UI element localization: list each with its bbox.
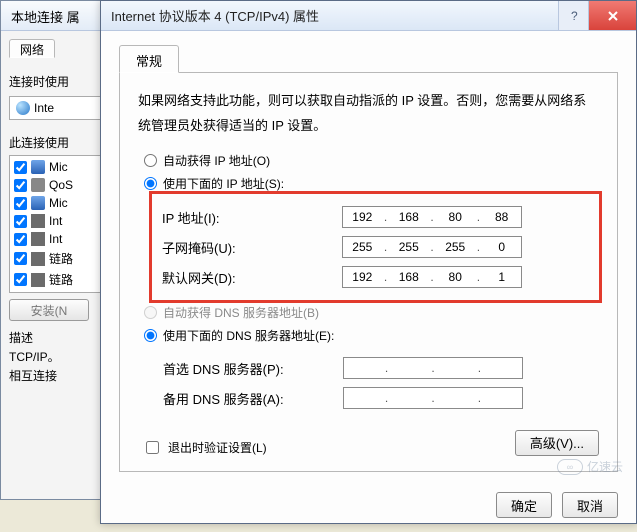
validate-checkbox[interactable] — [146, 441, 159, 454]
item-checkbox[interactable] — [14, 215, 27, 228]
cancel-button[interactable]: 取消 — [562, 492, 618, 518]
radio-auto-ip-input[interactable] — [144, 154, 157, 167]
radio-manual-dns[interactable]: 使用下面的 DNS 服务器地址(E): — [144, 327, 599, 344]
window-title: Internet 协议版本 4 (TCP/IPv4) 属性 — [111, 6, 558, 25]
info-text: 如果网络支持此功能，则可以获取自动指派的 IP 设置。否则，您需要从网络系统管理… — [138, 89, 599, 138]
client-icon — [31, 196, 45, 210]
qos-icon — [31, 178, 45, 192]
validate-on-exit[interactable]: 退出时验证设置(L) — [142, 438, 267, 457]
gateway-label: 默认网关(D): — [162, 268, 342, 287]
item-checkbox[interactable] — [14, 233, 27, 246]
radio-manual-dns-input[interactable] — [144, 329, 157, 342]
svg-text:?: ? — [571, 10, 578, 22]
radio-manual-ip-input[interactable] — [144, 177, 157, 190]
radio-auto-ip[interactable]: 自动获得 IP 地址(O) — [144, 152, 599, 169]
subnet-mask-label: 子网掩码(U): — [162, 238, 342, 257]
watermark-logo-icon: ∞ — [557, 459, 583, 475]
install-button[interactable]: 安装(N — [9, 299, 89, 321]
alternate-dns-field[interactable]: 0.0.0.0 — [343, 387, 523, 409]
protocol-icon — [31, 214, 45, 228]
close-button[interactable] — [588, 1, 636, 30]
protocol-icon — [31, 273, 45, 287]
preferred-dns-field[interactable]: 0.0.0.0 — [343, 357, 523, 379]
adapter-name: Inte — [34, 101, 54, 115]
client-icon — [31, 160, 45, 174]
ok-button[interactable]: 确定 — [496, 492, 552, 518]
item-checkbox[interactable] — [14, 179, 27, 192]
advanced-button[interactable]: 高级(V)... — [515, 430, 599, 456]
ip-settings-highlight: IP 地址(I): 192. 168. 80. 88 子网掩码(U): 255.… — [156, 198, 595, 296]
protocol-icon — [31, 232, 45, 246]
alternate-dns-label: 备用 DNS 服务器(A): — [163, 389, 343, 408]
adapter-icon — [16, 101, 30, 115]
gateway-field[interactable]: 192. 168. 80. 1 — [342, 266, 522, 288]
tab-network[interactable]: 网络 — [9, 39, 55, 58]
item-checkbox[interactable] — [14, 161, 27, 174]
help-button[interactable]: ? — [558, 1, 588, 30]
ipv4-properties-window: Internet 协议版本 4 (TCP/IPv4) 属性 ? 常规 如果网络支… — [100, 0, 637, 524]
preferred-dns-label: 首选 DNS 服务器(P): — [163, 359, 343, 378]
watermark: ∞ 亿速云 — [557, 458, 623, 475]
item-checkbox[interactable] — [14, 252, 27, 265]
radio-manual-ip[interactable]: 使用下面的 IP 地址(S): — [144, 175, 599, 192]
ip-address-field[interactable]: 192. 168. 80. 88 — [342, 206, 522, 228]
radio-auto-dns-input — [144, 306, 157, 319]
item-checkbox[interactable] — [14, 197, 27, 210]
tab-general[interactable]: 常规 — [119, 45, 179, 73]
radio-auto-dns: 自动获得 DNS 服务器地址(B) — [144, 304, 599, 321]
item-checkbox[interactable] — [14, 273, 27, 286]
ip-address-label: IP 地址(I): — [162, 208, 342, 227]
protocol-icon — [31, 252, 45, 266]
subnet-mask-field[interactable]: 255. 255. 255. 0 — [342, 236, 522, 258]
